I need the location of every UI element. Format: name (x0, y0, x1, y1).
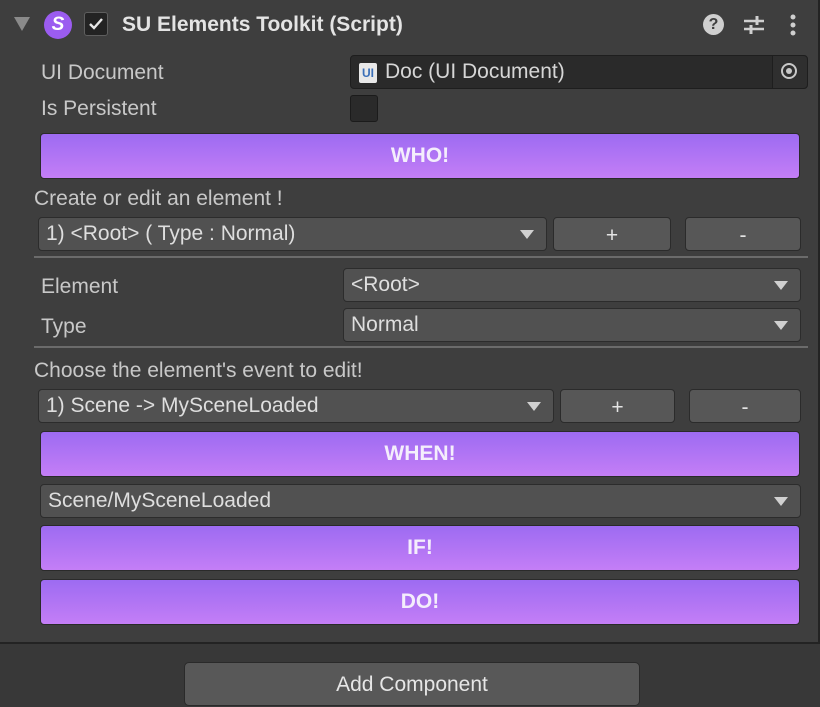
when-button[interactable]: WHEN! (40, 431, 800, 477)
element-label: Element (41, 275, 119, 298)
ui-document-icon: UI (359, 63, 377, 83)
more-vertical-icon[interactable] (786, 13, 800, 37)
element-section-heading: Create or edit an element ! (34, 187, 283, 210)
element-select-value: 1) <Root> ( Type : Normal) (46, 222, 296, 245)
foldout-arrow-icon[interactable] (14, 17, 30, 31)
add-element-button[interactable]: + (553, 217, 671, 251)
is-persistent-checkbox[interactable] (350, 95, 378, 122)
component-header[interactable]: S SU Elements Toolkit (Script) ? (0, 0, 818, 50)
chevron-down-icon (527, 402, 541, 411)
divider (34, 346, 808, 348)
component-enabled-checkbox[interactable] (84, 12, 108, 36)
add-event-button[interactable]: + (560, 389, 675, 423)
chevron-down-icon (520, 230, 534, 239)
ui-document-value: Doc (UI Document) (385, 60, 565, 83)
chevron-down-icon (774, 321, 788, 330)
object-picker-dot (786, 68, 792, 74)
if-button[interactable]: IF! (40, 525, 800, 571)
script-logo-icon: S (44, 11, 72, 39)
type-value: Normal (351, 313, 419, 336)
event-path-dropdown[interactable]: Scene/MySceneLoaded (40, 484, 801, 518)
who-button[interactable]: WHO! (40, 133, 800, 179)
chevron-down-icon (774, 497, 788, 506)
element-name-dropdown[interactable]: <Root> (343, 268, 801, 302)
remove-event-button[interactable]: - (689, 389, 801, 423)
ui-document-label: UI Document (41, 61, 164, 84)
is-persistent-label: Is Persistent (41, 97, 157, 120)
event-select-value: 1) Scene -> MySceneLoaded (46, 394, 319, 417)
element-select-dropdown[interactable]: 1) <Root> ( Type : Normal) (38, 217, 547, 251)
divider (34, 256, 808, 258)
object-picker-button[interactable] (772, 56, 807, 88)
add-component-button[interactable]: Add Component (184, 662, 640, 706)
ui-document-field[interactable]: UI Doc (UI Document) (350, 55, 808, 89)
element-name-value: <Root> (351, 273, 420, 296)
event-section-heading: Choose the element's event to edit! (34, 359, 363, 382)
remove-element-button[interactable]: - (685, 217, 801, 251)
inspector-component-panel: S SU Elements Toolkit (Script) ? UI Docu… (0, 0, 820, 644)
event-path-value: Scene/MySceneLoaded (48, 489, 271, 512)
component-title: SU Elements Toolkit (Script) (122, 13, 403, 36)
presets-sliders-icon[interactable] (742, 14, 766, 36)
checkmark-icon (89, 18, 103, 30)
chevron-down-icon (774, 281, 788, 290)
event-select-dropdown[interactable]: 1) Scene -> MySceneLoaded (38, 389, 554, 423)
do-button[interactable]: DO! (40, 579, 800, 625)
help-icon[interactable]: ? (703, 14, 724, 35)
type-dropdown[interactable]: Normal (343, 308, 801, 342)
type-label: Type (41, 315, 87, 338)
